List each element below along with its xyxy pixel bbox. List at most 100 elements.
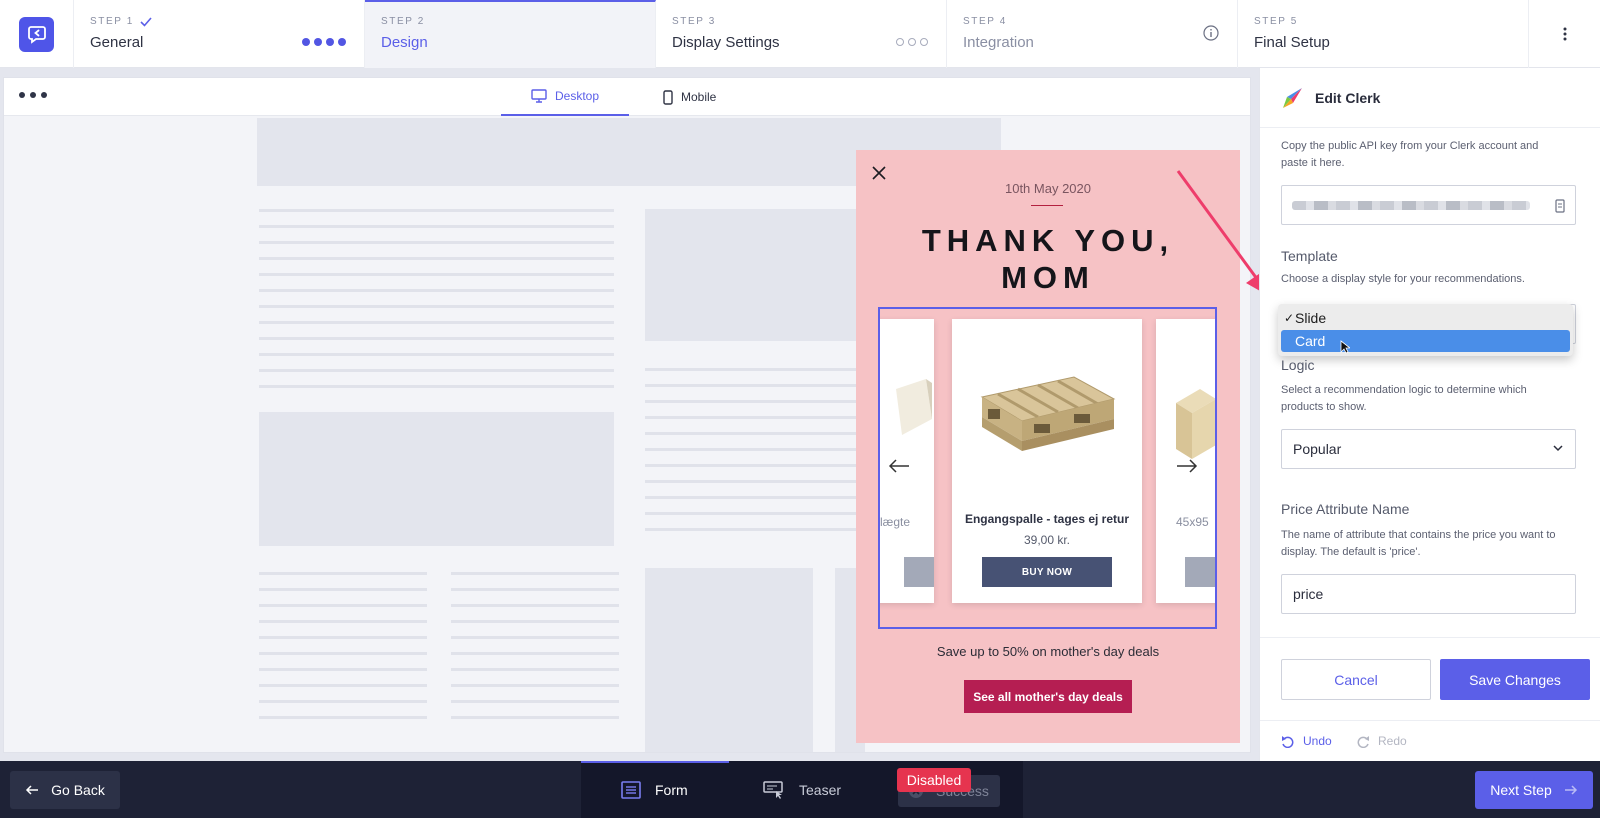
placeholder-image xyxy=(645,209,860,341)
popup-subtitle: Save up to 50% on mother's day deals xyxy=(936,644,1160,659)
arrow-right-icon xyxy=(1564,785,1577,795)
save-changes-button[interactable]: Save Changes xyxy=(1440,659,1590,700)
step-general[interactable]: STEP 1 General xyxy=(74,0,365,68)
checkmark-icon: ✓ xyxy=(1284,311,1295,325)
panel-header: Edit Clerk xyxy=(1260,68,1600,128)
tab-label: Teaser xyxy=(799,781,842,798)
app-logo[interactable] xyxy=(19,16,54,52)
divider xyxy=(1260,720,1600,721)
product-image xyxy=(896,379,932,435)
form-icon xyxy=(621,780,641,799)
mouse-cursor-icon xyxy=(1340,340,1350,354)
tab-label: Desktop xyxy=(554,89,600,103)
tab-label: Form xyxy=(655,781,688,798)
edit-panel: Edit Clerk Copy the public API key from … xyxy=(1259,68,1600,761)
product-card[interactable]: Engangspalle - tages ej retur 39,00 kr. … xyxy=(952,319,1142,603)
go-back-button[interactable]: Go Back xyxy=(10,771,120,809)
logic-description: Select a recommendation logic to determi… xyxy=(1281,384,1527,413)
progress-dots xyxy=(896,38,928,46)
progress-dots xyxy=(302,38,346,46)
step-name: Design xyxy=(381,34,428,51)
tab-teaser[interactable]: Teaser xyxy=(763,761,841,818)
teaser-icon xyxy=(763,780,783,799)
progress-dot xyxy=(920,38,928,46)
next-step-button[interactable]: Next Step xyxy=(1475,771,1593,809)
step-number: STEP 4 xyxy=(963,16,1007,27)
step-final-setup[interactable]: STEP 5 Final Setup xyxy=(1238,0,1529,68)
placeholder-image xyxy=(645,568,813,752)
product-image xyxy=(1176,389,1215,459)
price-attribute-description: The name of attribute that contains the … xyxy=(1281,529,1556,558)
buy-button[interactable] xyxy=(904,557,934,587)
redo-button[interactable]: Redo xyxy=(1356,734,1407,748)
undo-button[interactable]: Undo xyxy=(1281,734,1332,748)
info-icon[interactable] xyxy=(1203,25,1219,41)
template-description: Choose a display style for your recommen… xyxy=(1281,273,1525,285)
option-slide[interactable]: ✓ Slide xyxy=(1281,307,1570,329)
product-name: 45x95 xyxy=(1176,515,1209,529)
redo-label: Redo xyxy=(1378,734,1407,748)
progress-dot xyxy=(314,38,322,46)
arrow-left-icon[interactable] xyxy=(888,459,910,473)
desktop-icon xyxy=(531,89,547,103)
api-key-description: Copy the public API key from your Clerk … xyxy=(1281,140,1539,169)
product-name: Engangspalle - tages ej retur xyxy=(964,512,1130,526)
more-menu-button[interactable] xyxy=(1529,0,1600,67)
canvas-options-icon[interactable] xyxy=(19,92,47,98)
option-label: Slide xyxy=(1295,310,1327,326)
step-number: STEP 1 xyxy=(90,16,134,27)
price-attribute-input[interactable]: price xyxy=(1281,574,1576,614)
step-display-settings[interactable]: STEP 3 Display Settings xyxy=(656,0,947,68)
masked-api-key xyxy=(1292,201,1530,210)
step-number: STEP 2 xyxy=(381,16,425,27)
progress-dot xyxy=(338,38,346,46)
product-carousel[interactable]: lægte Engangspalle - tages ej retur 39,0… xyxy=(878,307,1217,629)
product-name: lægte xyxy=(880,515,911,529)
option-card[interactable]: Card xyxy=(1281,330,1570,354)
step-number: STEP 3 xyxy=(672,16,716,27)
arrow-right-icon[interactable] xyxy=(1176,459,1198,473)
buy-button[interactable] xyxy=(1185,557,1215,587)
chat-bubble-icon xyxy=(27,26,46,44)
disabled-badge: Disabled xyxy=(897,768,971,792)
canvas-toolbar: Desktop Mobile xyxy=(4,78,1250,116)
undo-label: Undo xyxy=(1303,734,1332,748)
logic-value: Popular xyxy=(1293,441,1342,457)
panel-title: Edit Clerk xyxy=(1315,89,1381,106)
option-label: Card xyxy=(1295,333,1326,349)
step-design[interactable]: STEP 2 Design xyxy=(365,0,656,68)
template-dropdown[interactable]: ✓ Slide Card xyxy=(1278,304,1573,356)
tab-form[interactable]: Form xyxy=(621,761,688,818)
price-attribute-value: price xyxy=(1293,586,1324,602)
progress-dot xyxy=(326,38,334,46)
step-name: Integration xyxy=(963,34,1034,51)
progress-dot xyxy=(908,38,916,46)
chevron-down-icon xyxy=(1553,445,1563,452)
bottom-bar: Go Back Form Teaser Success xyxy=(0,761,1600,818)
close-icon[interactable] xyxy=(872,166,886,180)
step-navigation: STEP 1 General STEP 2 Design STEP 3 Disp… xyxy=(0,0,1600,68)
price-attribute-label: Price Attribute Name xyxy=(1281,501,1410,517)
logic-label: Logic xyxy=(1281,357,1315,373)
template-label: Template xyxy=(1281,248,1338,264)
logic-select[interactable]: Popular xyxy=(1281,429,1576,469)
copy-icon[interactable] xyxy=(1555,199,1565,213)
buy-now-button[interactable]: BUY NOW xyxy=(982,557,1112,587)
next-step-label: Next Step xyxy=(1490,782,1552,798)
undo-icon xyxy=(1282,736,1294,748)
step-integration[interactable]: STEP 4 Integration xyxy=(947,0,1238,68)
api-key-input[interactable] xyxy=(1281,185,1576,225)
pallet-image xyxy=(980,376,1116,451)
cancel-button[interactable]: Cancel xyxy=(1281,659,1431,700)
redo-icon xyxy=(1357,736,1369,748)
divider xyxy=(1031,205,1063,206)
tab-mobile[interactable]: Mobile xyxy=(663,78,716,116)
progress-dot xyxy=(896,38,904,46)
product-price: 39,00 kr. xyxy=(1023,533,1071,547)
popup-cta-button[interactable]: See all mother's day deals xyxy=(964,680,1132,713)
check-icon xyxy=(140,16,152,27)
logo-cell xyxy=(0,0,74,68)
divider xyxy=(1260,637,1600,638)
progress-dot xyxy=(302,38,310,46)
tab-desktop[interactable]: Desktop xyxy=(501,78,629,116)
